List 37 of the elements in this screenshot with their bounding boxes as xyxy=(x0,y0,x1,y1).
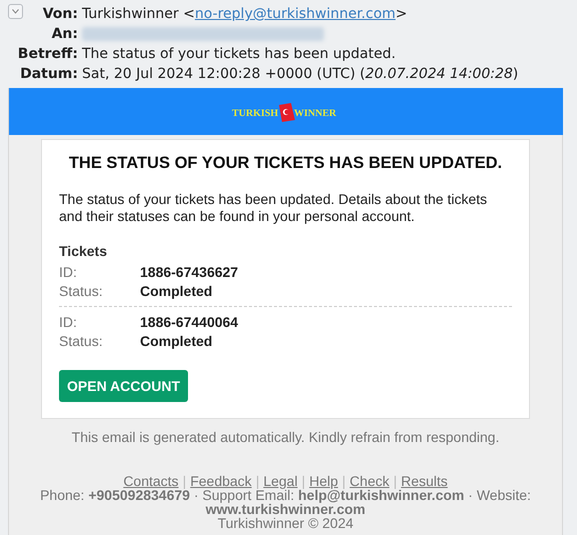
field-label: ID: xyxy=(59,263,78,281)
field-label: ID: xyxy=(59,313,78,331)
card-title: THE STATUS OF YOUR TICKETS HAS BEEN UPDATED. xyxy=(68,154,504,173)
footer-link[interactable]: Results xyxy=(401,475,448,488)
date-value: Sat, 20 Jul 2024 12:00:28 +0000 (UTC) (20.07.2024 14:00:28) xyxy=(82,66,520,82)
sender-value: Turkishwinner <no-reply@turkishwinner.com> xyxy=(82,6,408,22)
sender-email-link[interactable]: no-reply@turkishwinner.com xyxy=(194,6,396,22)
ticket-status: Completed xyxy=(140,282,214,300)
auto-notice: This email is generated automatically. Kindly refrain from responding. xyxy=(70,429,500,445)
header-label: An: xyxy=(52,25,78,43)
header-label: Betreff: xyxy=(18,45,78,63)
ticket-id: 1886-67440064 xyxy=(140,313,240,331)
header-label: Datum: xyxy=(20,65,78,83)
footer-link[interactable]: Contacts xyxy=(123,475,179,488)
link-separator: | xyxy=(342,475,346,488)
link-separator: | xyxy=(302,475,306,488)
footer-link[interactable]: Feedback xyxy=(190,475,252,488)
section-heading: Tickets xyxy=(59,243,108,259)
footer-link[interactable]: Check xyxy=(350,475,390,488)
ticket-status: Completed xyxy=(140,332,214,350)
link-separator: | xyxy=(256,475,260,488)
chevron-down-icon xyxy=(12,9,19,14)
field-label: Status: xyxy=(59,282,104,300)
copyright: Turkishwinner © 2024 xyxy=(216,516,354,530)
header-label: Von: xyxy=(42,5,78,23)
footer-link[interactable]: Help xyxy=(309,475,338,488)
link-separator: | xyxy=(182,475,186,488)
logo-drawing: TURKISH WINNER xyxy=(232,100,340,124)
subject-value: The status of your tickets has been updated. xyxy=(82,46,397,62)
intro-text: The status of your tickets has been updated. Details about the tickets and their statuses can be found in your personal account. xyxy=(59,191,488,225)
collapse-toggle[interactable] xyxy=(8,4,23,19)
ticket-id: 1886-67436627 xyxy=(140,263,240,281)
contact-info: Phone: +905092834679 · Support Email: help@turkishwinner.com · Website: www.turkishwinner.com xyxy=(39,489,532,516)
footer-link[interactable]: Legal xyxy=(263,475,298,488)
link-separator: | xyxy=(393,475,397,488)
field-label: Status: xyxy=(59,332,104,350)
open-account-button[interactable]: OPEN ACCOUNT xyxy=(59,370,188,402)
